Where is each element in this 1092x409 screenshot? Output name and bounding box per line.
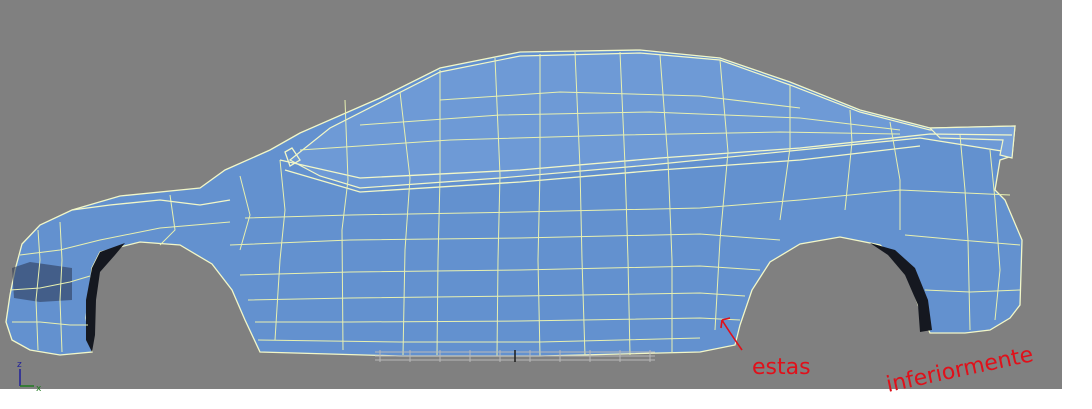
ground-grid — [375, 350, 655, 362]
axis-gizmo: z x — [17, 360, 42, 394]
axis-x-label: x — [36, 384, 42, 394]
annotation-line1: estas — [752, 355, 811, 380]
axis-z-label: z — [17, 360, 22, 370]
annotation-line2: inferiormente — [884, 342, 1036, 398]
car-body-mesh[interactable] — [5, 49, 1023, 357]
front-bumper-shadow — [12, 262, 72, 302]
viewport-scene[interactable]: z x estas inferiormente — [0, 0, 1092, 409]
